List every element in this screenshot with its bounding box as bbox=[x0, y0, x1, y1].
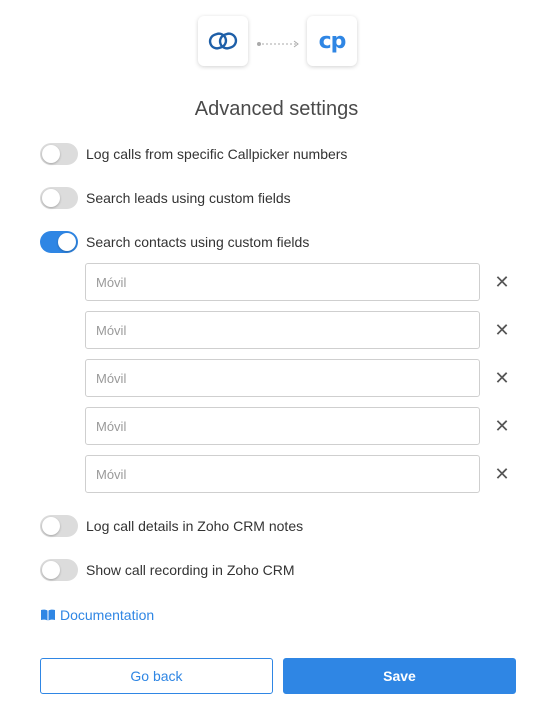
page-title: Advanced settings bbox=[194, 98, 359, 120]
custom-field-row: ✕ bbox=[85, 311, 515, 349]
custom-field-input[interactable] bbox=[85, 359, 480, 397]
toggle-show-call-recording[interactable] bbox=[40, 559, 78, 581]
custom-field-row: ✕ bbox=[85, 455, 515, 493]
remove-field-icon[interactable]: ✕ bbox=[493, 368, 511, 388]
toggle-label: Show call recording in Zoho CRM bbox=[86, 562, 295, 578]
toggle-search-contacts-custom-fields[interactable] bbox=[40, 231, 78, 253]
advanced-settings-page: cp Advanced settings Log calls from spec… bbox=[0, 0, 553, 720]
integration-logos: cp bbox=[0, 16, 553, 68]
toggle-log-calls-specific-numbers[interactable] bbox=[40, 143, 78, 165]
toggle-knob bbox=[42, 145, 60, 163]
custom-field-input[interactable] bbox=[85, 455, 480, 493]
setting-log-calls-specific-numbers: Log calls from specific Callpicker numbe… bbox=[40, 142, 347, 166]
toggle-label: Log call details in Zoho CRM notes bbox=[86, 518, 304, 534]
book-icon bbox=[41, 609, 55, 621]
custom-field-input[interactable] bbox=[85, 263, 480, 301]
custom-field-row: ✕ bbox=[85, 359, 515, 397]
callpicker-logo-text: cp bbox=[318, 28, 347, 54]
custom-field-row: ✕ bbox=[85, 263, 515, 301]
documentation-link-label: Documentation bbox=[60, 607, 155, 623]
custom-field-input[interactable] bbox=[85, 407, 480, 445]
remove-field-icon[interactable]: ✕ bbox=[493, 320, 511, 340]
zoho-crm-logo bbox=[198, 16, 248, 66]
remove-field-icon[interactable]: ✕ bbox=[493, 272, 511, 292]
setting-log-call-details-notes: Log call details in Zoho CRM notes bbox=[40, 514, 303, 538]
callpicker-logo: cp bbox=[307, 16, 357, 66]
toggle-label: Log calls from specific Callpicker numbe… bbox=[86, 146, 348, 162]
custom-field-row: ✕ bbox=[85, 407, 515, 445]
toggle-label: Search leads using custom fields bbox=[86, 190, 291, 206]
connector-arrow-icon bbox=[257, 40, 299, 48]
remove-field-icon[interactable]: ✕ bbox=[493, 416, 511, 436]
setting-search-leads-custom-fields: Search leads using custom fields bbox=[40, 186, 291, 210]
toggle-knob bbox=[58, 233, 76, 251]
toggle-knob bbox=[42, 517, 60, 535]
setting-search-contacts-custom-fields: Search contacts using custom fields bbox=[40, 230, 309, 254]
zoho-crm-logo-icon bbox=[208, 32, 238, 50]
toggle-knob bbox=[42, 189, 60, 207]
go-back-button[interactable]: Go back bbox=[40, 658, 273, 694]
toggle-label: Search contacts using custom fields bbox=[86, 234, 310, 250]
toggle-search-leads-custom-fields[interactable] bbox=[40, 187, 78, 209]
documentation-link[interactable]: Documentation bbox=[40, 606, 154, 624]
setting-show-call-recording: Show call recording in Zoho CRM bbox=[40, 558, 295, 582]
toggle-log-call-details-notes[interactable] bbox=[40, 515, 78, 537]
save-button[interactable]: Save bbox=[283, 658, 516, 694]
remove-field-icon[interactable]: ✕ bbox=[493, 464, 511, 484]
toggle-knob bbox=[42, 561, 60, 579]
custom-field-input[interactable] bbox=[85, 311, 480, 349]
